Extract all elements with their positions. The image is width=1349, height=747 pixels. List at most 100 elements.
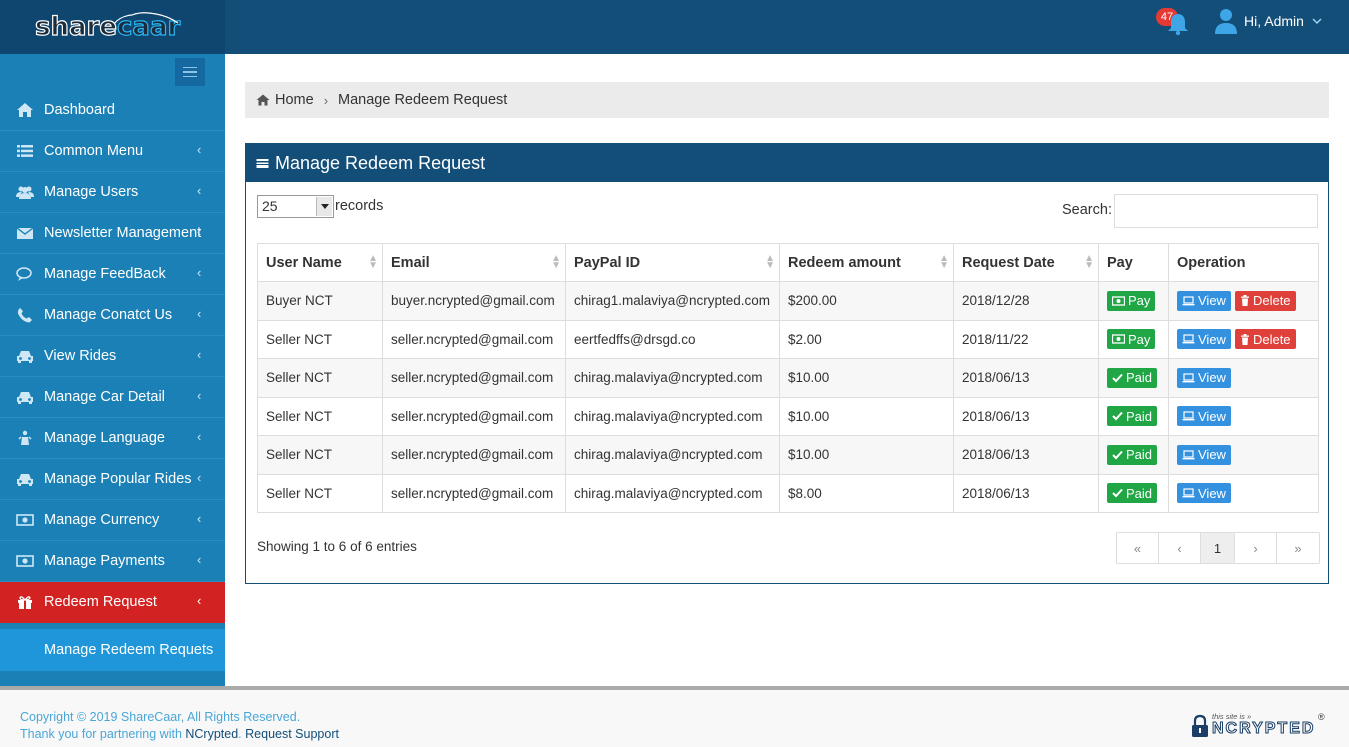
column-header-label: User Name xyxy=(266,254,342,271)
sidebar-item-common-menu[interactable]: Common Menu ‹ xyxy=(0,131,225,172)
paid-badge-label: Paid xyxy=(1126,370,1153,386)
cell-user-name: Seller NCT xyxy=(257,396,383,436)
trash-icon xyxy=(1240,333,1249,345)
ncrypted-link[interactable]: NCrypted xyxy=(185,727,238,741)
cell-operation: View xyxy=(1168,358,1319,398)
breadcrumb-home-label: Home xyxy=(275,92,314,108)
cell-email: seller.ncrypted@gmail.com xyxy=(382,319,566,359)
cell-date: 2018/06/13 xyxy=(953,358,1099,398)
search-input[interactable] xyxy=(1114,194,1318,228)
sidebar-item-contact-us[interactable]: Manage Conatct Us ‹ xyxy=(0,295,225,336)
sidebar-item-feedback[interactable]: Manage FeedBack ‹ xyxy=(0,254,225,295)
column-header-pay: Pay xyxy=(1098,243,1169,282)
cell-user-name: Buyer NCT xyxy=(257,281,383,321)
pagination-first-button[interactable]: « xyxy=(1117,533,1159,563)
column-header-email[interactable]: Email ▲ ▼ xyxy=(382,243,566,282)
delete-button[interactable]: Delete xyxy=(1234,329,1296,350)
cell-paypal-id: chirag.malaviya@ncrypted.com xyxy=(565,435,780,475)
user-greeting: Hi, Admin xyxy=(1244,13,1304,29)
footer-period: . xyxy=(238,727,242,741)
sidebar-item-newsletter[interactable]: Newsletter Management ‹ xyxy=(0,213,225,254)
sidebar-item-label: Manage Popular Rides xyxy=(44,471,192,487)
view-button-label: View xyxy=(1198,370,1226,386)
column-header-user-name[interactable]: User Name ▲ ▼ xyxy=(257,243,383,282)
cell-date: 2018/06/13 xyxy=(953,396,1099,436)
sidebar-item-currency[interactable]: Manage Currency ‹ xyxy=(0,500,225,541)
bell-icon[interactable] xyxy=(1163,10,1193,36)
badge-registered-mark: ® xyxy=(1318,712,1325,722)
sidebar-item-car-detail[interactable]: Manage Car Detail ‹ xyxy=(0,377,225,418)
home-icon xyxy=(17,103,33,117)
pay-button[interactable]: Pay xyxy=(1107,329,1156,350)
pagination-prev-button[interactable]: ‹ xyxy=(1159,533,1201,563)
gift-icon xyxy=(18,596,32,609)
column-header-request-date[interactable]: Request Date ▲ ▼ xyxy=(953,243,1099,282)
sidebar-item-payments[interactable]: Manage Payments ‹ xyxy=(0,541,225,582)
chevron-left-icon: ‹ xyxy=(197,224,202,239)
view-button[interactable]: View xyxy=(1177,367,1231,388)
chevron-left-icon: ‹ xyxy=(197,552,202,567)
cell-date: 2018/11/22 xyxy=(953,319,1099,359)
money-icon xyxy=(16,555,34,567)
column-header-paypal-id[interactable]: PayPal ID ▲ ▼ xyxy=(565,243,780,282)
panel-title: Manage Redeem Request xyxy=(275,152,486,173)
cell-pay: Paid xyxy=(1098,396,1169,436)
cell-pay: Pay xyxy=(1098,319,1169,359)
view-button[interactable]: View xyxy=(1177,329,1231,350)
sidebar-toggle-button[interactable] xyxy=(175,58,205,86)
car-icon xyxy=(17,474,33,486)
chevron-down-icon xyxy=(1312,18,1322,25)
view-button[interactable]: View xyxy=(1177,444,1231,465)
user-menu[interactable]: Hi, Admin xyxy=(1214,6,1322,36)
trash-icon xyxy=(1240,295,1249,307)
chevron-left-icon: ‹ xyxy=(197,429,202,444)
cell-email: seller.ncrypted@gmail.com xyxy=(382,396,566,436)
paid-badge-label: Paid xyxy=(1126,447,1153,463)
cell-operation: View xyxy=(1168,473,1319,513)
cell-user-name: Seller NCT xyxy=(257,435,383,475)
chevron-left-icon: ‹ xyxy=(197,511,202,526)
sidebar: Dashboard Common Menu ‹ Manage Users ‹ N… xyxy=(0,54,225,687)
laptop-icon xyxy=(1182,334,1195,344)
chevron-left-icon: ‹ xyxy=(197,306,202,321)
pagination-next-button[interactable]: › xyxy=(1235,533,1277,563)
chevron-left-icon: ‹ xyxy=(197,183,202,198)
chevron-left-icon: ‹ xyxy=(197,593,202,608)
cell-paypal-id: chirag.malaviya@ncrypted.com xyxy=(565,396,780,436)
table-row: Seller NCT seller.ncrypted@gmail.com eer… xyxy=(257,319,1319,359)
cell-pay: Paid xyxy=(1098,358,1169,398)
sidebar-item-language[interactable]: Manage Language ‹ xyxy=(0,418,225,459)
check-icon xyxy=(1112,489,1123,498)
table-info: Showing 1 to 6 of 6 entries xyxy=(257,539,417,554)
sidebar-item-dashboard[interactable]: Dashboard xyxy=(0,90,225,131)
car-icon xyxy=(17,351,33,363)
column-header-redeem-amount[interactable]: Redeem amount ▲ ▼ xyxy=(779,243,954,282)
laptop-icon xyxy=(1182,373,1195,383)
logo-text-share: share xyxy=(34,11,117,42)
view-button[interactable]: View xyxy=(1177,483,1231,504)
sidebar-item-redeem-request[interactable]: Redeem Request ‹ xyxy=(0,582,225,623)
sidebar-subitem-manage-redeem[interactable]: Manage Redeem Requets xyxy=(0,629,225,671)
records-per-page-select[interactable]: 25 xyxy=(257,195,334,218)
pay-button[interactable]: Pay xyxy=(1107,290,1156,311)
view-button-label: View xyxy=(1198,331,1226,347)
pagination-page-button[interactable]: 1 xyxy=(1201,533,1235,563)
sidebar-item-popular-rides[interactable]: Manage Popular Rides ‹ xyxy=(0,459,225,500)
view-button[interactable]: View xyxy=(1177,290,1231,311)
pagination-last-button[interactable]: » xyxy=(1277,533,1319,563)
breadcrumb-home-link[interactable]: Home xyxy=(256,92,314,108)
list-icon xyxy=(17,145,33,157)
language-icon xyxy=(18,430,32,445)
records-label: records xyxy=(335,198,384,214)
redeem-request-panel: Manage Redeem Request 25 records Search:… xyxy=(245,143,1329,584)
request-support-link[interactable]: Request Support xyxy=(245,727,339,741)
chevron-left-icon: ‹ xyxy=(197,470,202,485)
delete-button[interactable]: Delete xyxy=(1234,290,1296,311)
view-button[interactable]: View xyxy=(1177,406,1231,427)
column-header-label: Redeem amount xyxy=(788,254,901,271)
sidebar-item-view-rides[interactable]: View Rides ‹ xyxy=(0,336,225,377)
sidebar-item-manage-users[interactable]: Manage Users ‹ xyxy=(0,172,225,213)
pay-button-label: Pay xyxy=(1128,293,1151,309)
ncrypted-badge-logo[interactable]: this site is » NCRYPTED ® xyxy=(1190,712,1330,742)
sidebar-item-label: Manage Users xyxy=(44,184,139,200)
